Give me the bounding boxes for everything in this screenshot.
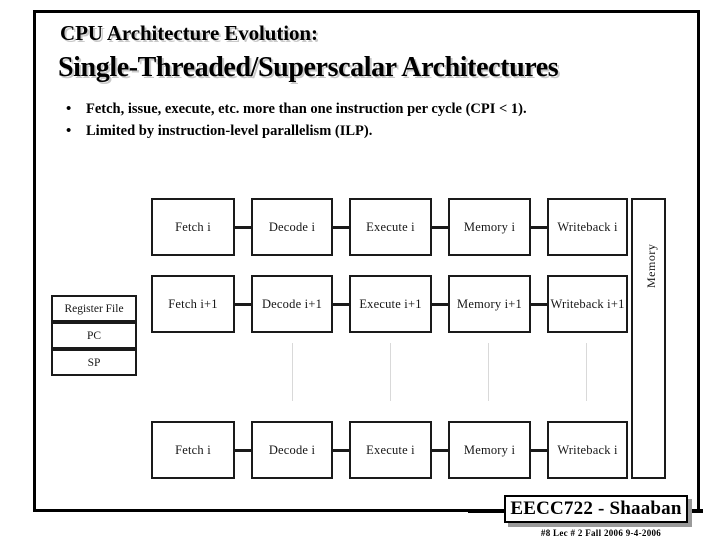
continuation-line <box>390 343 391 401</box>
sp-box: SP <box>51 349 137 376</box>
connector-line <box>235 226 251 229</box>
stage-label: Memory i <box>463 220 516 234</box>
connector-line <box>531 226 547 229</box>
connector-line <box>531 303 547 306</box>
stage-label: Writeback i <box>557 220 618 234</box>
stage-box-writeback-i-row3: Writeback i <box>547 421 628 479</box>
stage-box-writeback-i1-row2: Writeback i+1 <box>547 275 628 333</box>
connector-line <box>235 449 251 452</box>
memory-bar-label: Memory <box>644 243 658 288</box>
connector-line <box>235 303 251 306</box>
stage-box-execute-i-row1: Execute i <box>349 198 432 256</box>
stage-box-execute-i1-row2: Execute i+1 <box>349 275 432 333</box>
stage-box-decode-i1-row2: Decode i+1 <box>251 275 333 333</box>
stage-label: Execute i <box>366 443 415 457</box>
pc-label: PC <box>86 329 102 342</box>
footer-meta-text: #8 Lec # 2 Fall 2006 9-4-2006 <box>540 528 662 538</box>
stage-label: Execute i+1 <box>359 297 422 311</box>
connector-line <box>333 303 349 306</box>
stage-label: Decode i+1 <box>261 297 323 311</box>
bullet-marker-icon: • <box>66 123 72 139</box>
stage-box-fetch-i-row1: Fetch i <box>151 198 235 256</box>
stage-label: Fetch i <box>175 220 211 234</box>
continuation-line <box>292 343 293 401</box>
connector-line <box>432 449 448 452</box>
memory-bar-box <box>631 198 666 479</box>
bullet-text-1: Fetch, issue, execute, etc. more than on… <box>86 101 527 117</box>
register-file-box: Register File <box>51 295 137 322</box>
course-badge: EECC722 - Shaaban <box>504 495 688 523</box>
stage-label: Memory i <box>463 443 516 457</box>
stage-box-fetch-i-row3: Fetch i <box>151 421 235 479</box>
stage-box-memory-i1-row2: Memory i+1 <box>448 275 531 333</box>
page-title-line-2: Single-Threaded/Superscalar Architecture… <box>58 52 559 83</box>
stage-box-fetch-i1-row2: Fetch i+1 <box>151 275 235 333</box>
stage-box-decode-i-row1: Decode i <box>251 198 333 256</box>
bullet-marker-icon: • <box>66 101 72 117</box>
continuation-line <box>586 343 587 401</box>
connector-line <box>432 303 448 306</box>
stage-box-writeback-i-row1: Writeback i <box>547 198 628 256</box>
stage-box-memory-i-row3: Memory i <box>448 421 531 479</box>
connector-line <box>531 449 547 452</box>
stage-box-execute-i-row3: Execute i <box>349 421 432 479</box>
pipeline-diagram: Register File PC SP Fetch i Decode i Exe… <box>36 13 703 515</box>
stage-label: Writeback i <box>557 443 618 457</box>
stage-label: Decode i <box>268 220 316 234</box>
slide-frame: CPU Architecture Evolution: Single-Threa… <box>33 10 703 538</box>
bullet-item-1: • Fetch, issue, execute, etc. more than … <box>36 99 697 120</box>
slide-canvas: CPU Architecture Evolution: Single-Threa… <box>0 0 720 540</box>
stage-label: Writeback i+1 <box>550 297 625 311</box>
page-title-line-1: CPU Architecture Evolution: <box>60 21 318 45</box>
continuation-line <box>488 343 489 401</box>
pc-box: PC <box>51 322 137 349</box>
stage-label: Fetch i <box>175 443 211 457</box>
bullet-text-2: Limited by instruction-level parallelism… <box>86 123 373 139</box>
connector-line <box>333 226 349 229</box>
stage-label: Decode i <box>268 443 316 457</box>
sp-label: SP <box>87 356 101 369</box>
stage-label: Memory i+1 <box>457 297 522 311</box>
stage-label: Fetch i+1 <box>168 297 218 311</box>
bullet-list: • Fetch, issue, execute, etc. more than … <box>36 99 697 143</box>
bullet-item-2: • Limited by instruction-level paralleli… <box>36 121 697 142</box>
stage-label: Execute i <box>366 220 415 234</box>
stage-box-memory-i-row1: Memory i <box>448 198 531 256</box>
stage-box-decode-i-row3: Decode i <box>251 421 333 479</box>
connector-line <box>333 449 349 452</box>
register-file-label: Register File <box>64 302 124 315</box>
footer: EECC722 - Shaaban #8 Lec # 2 Fall 2006 9… <box>468 492 703 542</box>
connector-line <box>432 226 448 229</box>
